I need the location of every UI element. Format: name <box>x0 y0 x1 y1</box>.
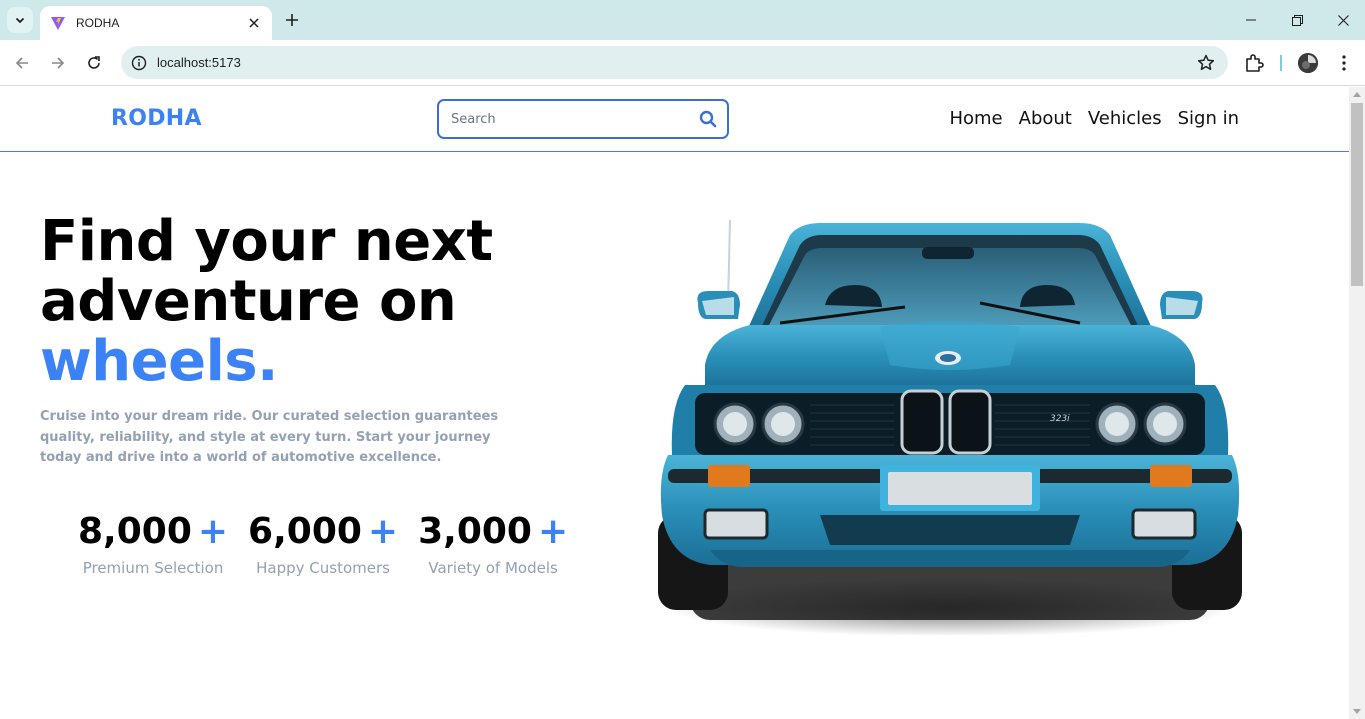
extensions-puzzle-icon[interactable] <box>1243 52 1265 74</box>
stat-label: Happy Customers <box>256 559 390 577</box>
site-info-icon[interactable] <box>131 55 147 71</box>
hero-title-line-2: adventure on <box>40 269 457 334</box>
chevron-down-icon <box>15 17 25 24</box>
bookmark-star-icon[interactable] <box>1196 53 1216 73</box>
stat-plus: + <box>197 511 229 552</box>
stat-value: 8,000 <box>78 511 192 552</box>
back-icon[interactable] <box>8 49 36 77</box>
browser-toolbar: localhost:5173 <box>0 40 1365 86</box>
forward-icon[interactable] <box>44 49 72 77</box>
scrollbar-thumb[interactable] <box>1351 103 1363 286</box>
tab-title: RODHA <box>76 16 120 30</box>
profile-avatar[interactable] <box>1298 53 1318 73</box>
new-tab-icon[interactable] <box>282 10 302 30</box>
nav-vehicles-link[interactable]: Vehicles <box>1088 108 1162 129</box>
reload-icon[interactable] <box>80 49 108 77</box>
page-viewport: RODHA Home About Vehicles Sign in Find y… <box>0 87 1349 719</box>
stat-item: 8,000 + Premium Selection <box>78 507 228 577</box>
nav-signin-link[interactable]: Sign in <box>1178 108 1239 129</box>
scroll-up-icon[interactable] <box>1353 92 1361 97</box>
stat-label: Variety of Models <box>428 559 558 577</box>
hero-title-accent: wheels. <box>40 329 278 394</box>
restore-icon[interactable] <box>1274 0 1320 40</box>
browser-tabstrip: RODHA <box>0 0 1365 40</box>
hero-description: Cruise into your dream ride. Our curated… <box>40 409 499 465</box>
hero-car-image: 323i <box>658 219 1242 635</box>
address-bar[interactable]: localhost:5173 <box>121 46 1228 79</box>
search-icon[interactable] <box>699 110 717 128</box>
stat-plus: + <box>367 511 399 552</box>
stat-value: 6,000 <box>248 511 362 552</box>
page-scrollbar[interactable] <box>1349 87 1365 719</box>
stats-row: 8,000 + Premium Selection 6,000 + Happy Cu… <box>78 507 588 577</box>
stat-label: Premium Selection <box>82 559 224 577</box>
search-box[interactable] <box>437 99 729 139</box>
browser-tab[interactable]: RODHA <box>40 6 272 40</box>
site-logo[interactable]: RODHA <box>111 106 202 131</box>
site-header: RODHA Home About Vehicles Sign in <box>0 87 1349 152</box>
minimize-icon[interactable] <box>1228 0 1274 40</box>
toolbar-divider <box>1280 55 1282 71</box>
hero-title: Find your next adventure on wheels. <box>40 212 493 392</box>
main-nav: Home About Vehicles Sign in <box>949 108 1239 129</box>
search-input[interactable] <box>451 111 699 127</box>
stat-value: 3,000 <box>418 511 532 552</box>
scroll-down-icon[interactable] <box>1353 709 1361 714</box>
stat-plus: + <box>537 511 569 552</box>
browser-menu-icon[interactable] <box>1334 52 1354 74</box>
tab-close-icon[interactable] <box>246 15 262 31</box>
vite-favicon-icon <box>51 17 65 30</box>
stat-item: 3,000 + Variety of Models <box>418 507 568 577</box>
nav-about-link[interactable]: About <box>1019 108 1072 129</box>
close-window-icon[interactable] <box>1320 0 1365 40</box>
tab-search-button[interactable] <box>7 7 33 33</box>
nav-home-link[interactable]: Home <box>949 108 1002 129</box>
stat-item: 6,000 + Happy Customers <box>248 507 398 577</box>
hero-title-line-1: Find your next <box>40 209 493 274</box>
url-text[interactable]: localhost:5173 <box>157 55 1196 70</box>
svg-text:323i: 323i <box>1050 414 1070 424</box>
